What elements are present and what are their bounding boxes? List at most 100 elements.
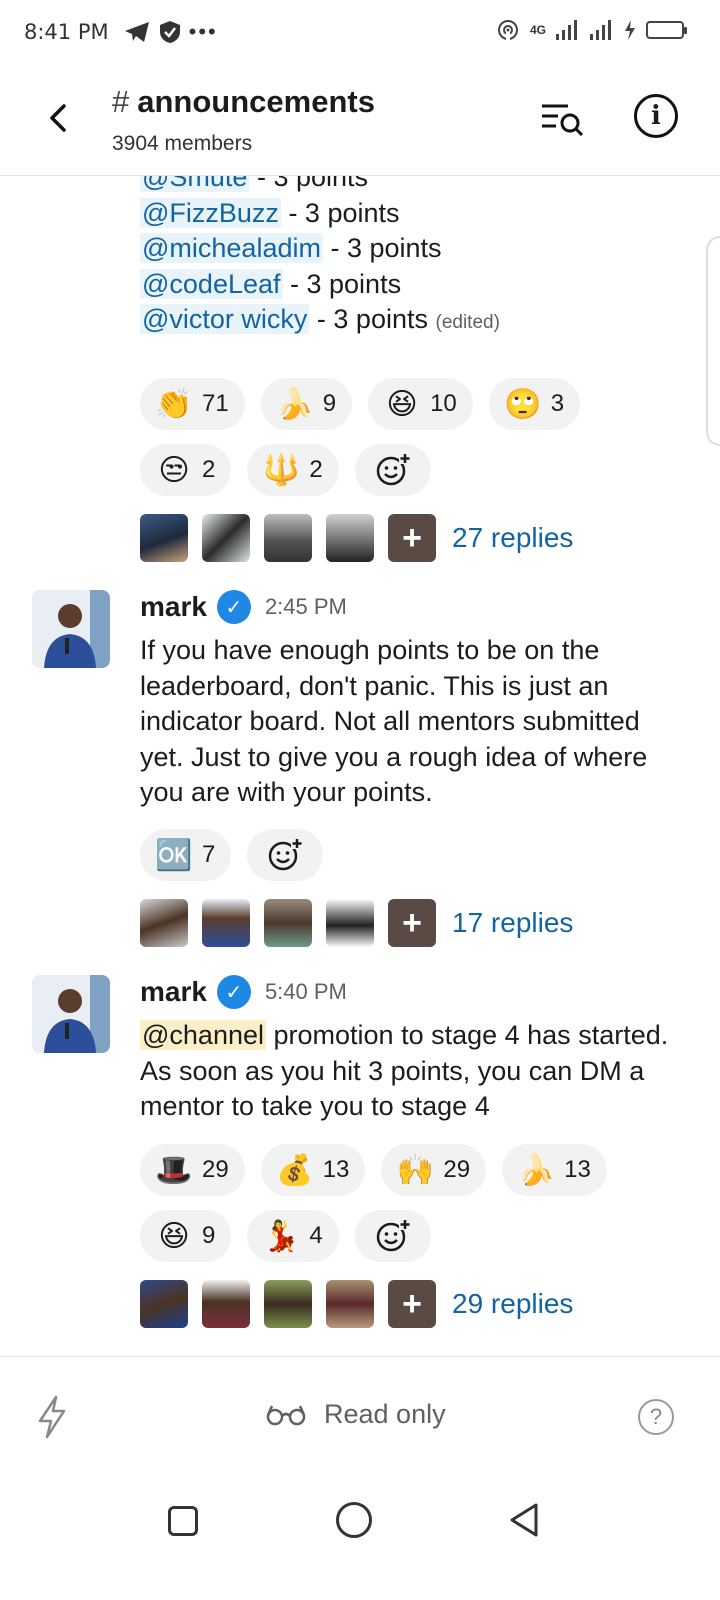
author-name[interactable]: mark — [140, 976, 207, 1008]
info-button[interactable]: i — [634, 94, 678, 138]
channel-mention[interactable]: @channel — [140, 1020, 266, 1050]
ok-button-icon: 🆗 — [155, 838, 193, 872]
reaction-row: 🆗 7 — [140, 829, 324, 881]
system-back-button[interactable] — [508, 1502, 540, 1538]
reaction-pill[interactable]: 😒 2 — [140, 444, 232, 496]
avatar — [140, 1280, 188, 1328]
avatar — [326, 514, 374, 562]
add-reaction-button[interactable] — [247, 829, 324, 881]
unamused-face-icon: 😒 — [158, 453, 190, 487]
avatar[interactable] — [32, 590, 110, 668]
more-participants-icon: + — [388, 899, 436, 947]
status-bar: 8:41 PM ••• 4G — [0, 0, 720, 64]
battery-icon — [646, 21, 687, 39]
avatar — [202, 899, 250, 947]
avatar — [140, 514, 188, 562]
lightning-icon — [38, 1395, 66, 1439]
avatar — [202, 1280, 250, 1328]
search-list-icon — [542, 104, 584, 137]
avatar — [264, 514, 312, 562]
reaction-pill[interactable]: 😆 10 — [368, 378, 473, 430]
replies-link[interactable]: 17 replies — [452, 907, 573, 939]
thread-replies[interactable]: + 27 replies — [140, 514, 573, 562]
network-type: 4G — [529, 23, 546, 37]
add-reaction-button[interactable] — [354, 444, 431, 496]
message-time: 5:40 PM — [264, 979, 347, 1004]
user-mention[interactable]: @codeLeaf — [140, 268, 283, 299]
signal-icon — [556, 20, 577, 40]
eye-roll-icon: 🙄 — [504, 387, 542, 421]
clapping-hands-icon: 👏 — [155, 387, 193, 421]
avatar — [202, 514, 250, 562]
reaction-pill[interactable]: 🔱 2 — [247, 444, 339, 496]
cartoon-face-icon: 😆 — [158, 1219, 190, 1253]
add-emoji-icon — [376, 453, 411, 486]
message-body: If you have enough points to be on the l… — [140, 635, 648, 807]
reaction-pill[interactable]: 🆗 7 — [140, 829, 232, 881]
question-icon: ? — [649, 1404, 663, 1429]
message-time: 2:45 PM — [264, 594, 347, 619]
hotspot-icon — [497, 20, 518, 40]
points-list: @Smute - 3 points @FizzBuzz - 3 points @… — [140, 160, 500, 341]
thread-replies[interactable]: + 29 replies — [140, 1280, 573, 1328]
add-emoji-icon — [269, 838, 304, 871]
reaction-row: 👏 71 🍌 9 😆 10 🙄 3 — [140, 378, 581, 430]
reaction-pill[interactable]: 🍌 9 — [260, 378, 353, 430]
avatar — [326, 1280, 374, 1328]
info-icon: i — [651, 101, 661, 131]
glasses-icon — [266, 1404, 306, 1425]
more-participants-icon: + — [388, 514, 436, 562]
list-item: @codeLeaf - 3 points — [140, 268, 402, 299]
verified-badge-icon: ✓ — [216, 975, 251, 1009]
reaction-pill[interactable]: 💰 13 — [260, 1144, 366, 1196]
user-mention[interactable]: @michealadim — [140, 233, 323, 263]
read-only-label: Read only — [324, 1399, 446, 1429]
triangle-back-icon — [510, 1503, 538, 1537]
home-button[interactable] — [336, 1502, 372, 1538]
reaction-pill[interactable]: 😆 9 — [140, 1210, 232, 1262]
signal-icon-2 — [590, 20, 611, 40]
reaction-row: 😒 2 🔱 2 — [140, 444, 431, 496]
replies-link[interactable]: 29 replies — [452, 1288, 573, 1320]
recents-button[interactable] — [168, 1506, 198, 1536]
message-body: @channel promotion to stage 4 has starte… — [140, 1020, 669, 1121]
more-participants-icon: + — [388, 1280, 436, 1328]
replies-link[interactable]: 27 replies — [452, 522, 573, 554]
verified-badge-icon: ✓ — [216, 590, 251, 624]
message-header: mark ✓ 2:45 PM — [140, 590, 347, 624]
dancing-figure-icon: 💃 — [262, 1219, 301, 1253]
avatar — [326, 899, 374, 947]
avatar[interactable] — [32, 975, 110, 1053]
reaction-pill[interactable]: 🙄 3 — [488, 378, 581, 430]
channel-title[interactable]: # announcements — [112, 84, 375, 120]
reaction-pill[interactable]: 👏 71 — [140, 378, 245, 430]
add-emoji-icon — [376, 1219, 411, 1252]
side-panel-handle[interactable] — [706, 236, 720, 446]
list-item: @FizzBuzz - 3 points — [140, 197, 400, 228]
reaction-row: 😆 9 💃 4 — [140, 1210, 431, 1262]
dancing-banana-icon: 🍌 — [517, 1153, 555, 1187]
reaction-pill[interactable]: 🙌 29 — [381, 1144, 487, 1196]
reaction-row: 🎩 29 💰 13 🙌 29 🍌 13 — [140, 1144, 607, 1196]
composer-footer: Read only ? — [0, 1356, 720, 1476]
list-item: @victor wicky - 3 points (edited) — [140, 304, 500, 334]
search-in-channel-button[interactable] — [540, 96, 586, 142]
author-name[interactable]: mark — [140, 591, 207, 623]
trident-icon: 🔱 — [262, 453, 301, 487]
reaction-pill[interactable]: 💃 4 — [247, 1210, 339, 1262]
help-button[interactable]: ? — [638, 1399, 674, 1435]
message-header: mark ✓ 5:40 PM — [140, 975, 347, 1009]
back-button[interactable] — [40, 96, 76, 140]
user-mention[interactable]: @FizzBuzz — [140, 197, 281, 228]
member-count[interactable]: 3904 members — [112, 132, 252, 156]
reaction-pill[interactable]: 🍌 13 — [502, 1144, 607, 1196]
edited-label: (edited) — [435, 312, 500, 333]
charging-icon — [625, 20, 635, 40]
add-reaction-button[interactable] — [354, 1210, 431, 1262]
system-navigation-bar — [0, 1476, 720, 1600]
reaction-pill[interactable]: 🎩 29 — [140, 1144, 245, 1196]
shortcuts-button[interactable] — [34, 1395, 70, 1439]
hash-icon: # — [112, 84, 130, 119]
thread-replies[interactable]: + 17 replies — [140, 899, 573, 947]
user-mention[interactable]: @victor wicky — [140, 304, 310, 334]
